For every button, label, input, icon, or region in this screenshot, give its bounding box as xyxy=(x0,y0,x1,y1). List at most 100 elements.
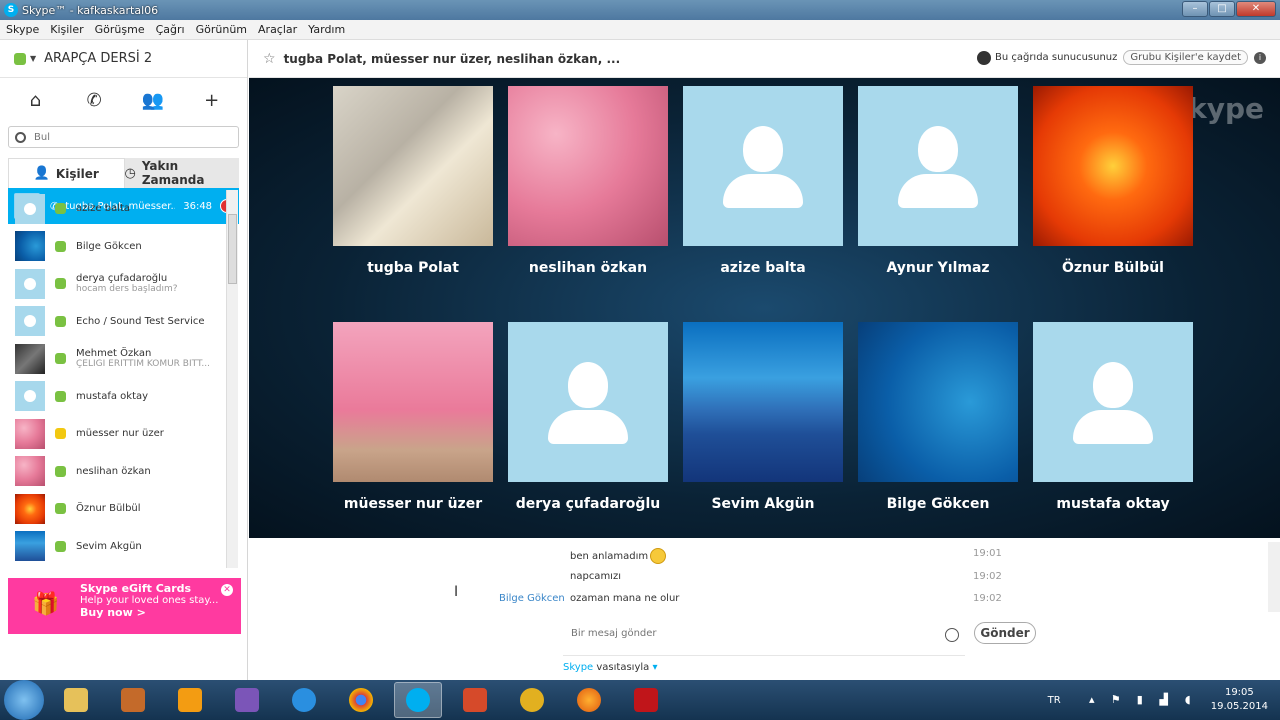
flag-icon[interactable]: ⚑ xyxy=(1109,693,1123,707)
participant-tile[interactable]: Aynur Yılmaz xyxy=(858,86,1018,276)
scrollbar-thumb[interactable] xyxy=(228,214,237,284)
contact-item[interactable]: neslihan özkan xyxy=(8,453,240,491)
taskbar-acrobat[interactable] xyxy=(622,682,670,718)
message-compose[interactable] xyxy=(563,622,965,656)
default-avatar-icon xyxy=(508,322,668,482)
status-icon xyxy=(55,540,66,552)
profile-name[interactable]: ARAPÇA DERSİ 2 xyxy=(44,51,152,66)
avatar xyxy=(15,493,45,524)
participant-tile[interactable]: Sevim Akgün xyxy=(683,322,843,512)
participant-tile[interactable]: müesser nur üzer xyxy=(333,322,493,512)
participant-name: azize balta xyxy=(720,260,806,276)
contact-list-scrollbar[interactable] xyxy=(226,190,238,568)
contact-item[interactable]: derya çufadaroğlu hocam ders başladım? xyxy=(8,265,240,303)
phone-icon[interactable]: ✆ xyxy=(79,90,109,111)
default-avatar-icon xyxy=(683,86,843,246)
power-icon[interactable]: ▮ xyxy=(1133,693,1147,707)
group-icon[interactable]: 👥 xyxy=(138,90,168,111)
contact-name: derya çufadaroğlu xyxy=(76,273,168,285)
participant-tile[interactable]: derya çufadaroğlu xyxy=(508,322,668,512)
add-contact-icon[interactable]: + xyxy=(197,90,227,111)
close-icon[interactable]: ✕ xyxy=(221,584,233,596)
default-avatar-icon xyxy=(1033,322,1193,482)
participant-tile[interactable]: azize balta xyxy=(683,86,843,276)
tab-contacts[interactable]: 👤 Kişiler xyxy=(8,158,125,188)
menu-tools[interactable]: Araçlar xyxy=(258,23,297,36)
taskbar-vs[interactable] xyxy=(223,682,271,718)
chevron-up-icon[interactable]: ▴ xyxy=(1085,693,1099,707)
star-icon[interactable]: ☆ xyxy=(263,51,276,67)
menu-conversation[interactable]: Görüşme xyxy=(95,23,145,36)
message-input[interactable] xyxy=(571,628,941,639)
participant-photo xyxy=(333,322,493,482)
menu-call[interactable]: Çağrı xyxy=(156,23,185,36)
save-group-button[interactable]: Grubu Kişiler'e kaydet xyxy=(1123,50,1248,65)
participant-name: Bilge Gökcen xyxy=(886,496,990,512)
profile-bar[interactable]: ▼ ARAPÇA DERSİ 2 xyxy=(0,40,247,78)
search-box[interactable] xyxy=(8,126,239,148)
participant-photo xyxy=(683,322,843,482)
language-indicator[interactable]: TR xyxy=(1048,695,1061,706)
network-icon[interactable]: ▟ xyxy=(1157,693,1171,707)
taskbar-ie[interactable] xyxy=(280,682,328,718)
info-icon[interactable]: i xyxy=(1254,51,1266,64)
contact-item[interactable]: müesser nur üzer xyxy=(8,415,240,453)
menu-skype[interactable]: Skype xyxy=(6,23,39,36)
gift-line: Help your loved ones stay... xyxy=(80,595,219,606)
participant-tile[interactable]: neslihan özkan xyxy=(508,86,668,276)
person-silhouette-icon xyxy=(24,202,36,215)
participant-tile[interactable]: Bilge Gökcen xyxy=(858,322,1018,512)
menu-help[interactable]: Yardım xyxy=(308,23,345,36)
taskbar-app2[interactable] xyxy=(109,682,157,718)
taskbar-firefox[interactable] xyxy=(565,682,613,718)
via-selector[interactable]: Skype vasıtasıyla ▾ xyxy=(563,662,658,673)
contact-item[interactable]: Bilge Gökcen xyxy=(8,228,240,266)
contact-item[interactable]: azize balta xyxy=(8,190,240,228)
participant-tile[interactable]: Öznur Bülbül xyxy=(1033,86,1193,276)
gift-cta[interactable]: Buy now > xyxy=(80,606,241,619)
participant-name: mustafa oktay xyxy=(1056,496,1170,512)
clock[interactable]: 19:05 19.05.2014 xyxy=(1211,686,1268,714)
send-button[interactable]: Gönder xyxy=(974,622,1036,644)
contact-item[interactable]: mustafa oktay xyxy=(8,378,240,416)
contact-item[interactable]: Öznur Bülbül xyxy=(8,490,240,528)
status-icon xyxy=(55,278,66,290)
media-player-icon xyxy=(178,688,202,712)
tab-recent[interactable]: ◷ Yakın Zamanda xyxy=(125,158,240,188)
taskbar-app9[interactable] xyxy=(508,682,556,718)
participant-name: neslihan özkan xyxy=(528,260,648,276)
contact-item[interactable]: Sevim Akgün xyxy=(8,528,240,566)
chevron-down-icon: ▾ xyxy=(652,662,658,673)
search-input[interactable] xyxy=(34,131,234,143)
taskbar-skype[interactable] xyxy=(394,682,442,718)
maximize-button[interactable]: □ xyxy=(1209,1,1235,17)
contact-item[interactable]: Echo / Sound Test Service xyxy=(8,303,240,341)
participant-tile[interactable]: tugba Polat xyxy=(333,86,493,276)
taskbar-app8[interactable] xyxy=(451,682,499,718)
minimize-button[interactable]: – xyxy=(1182,1,1208,17)
egift-banner[interactable]: 🎁 Skype eGift Cards Help your loved ones… xyxy=(8,578,241,634)
home-icon[interactable]: ⌂ xyxy=(20,90,50,111)
app-icon xyxy=(520,688,544,712)
avatar xyxy=(15,418,45,449)
participant-tile[interactable]: mustafa oktay xyxy=(1033,322,1193,512)
windows-start-icon[interactable] xyxy=(4,680,44,720)
menu-contacts[interactable]: Kişiler xyxy=(50,23,83,36)
chevron-down-icon[interactable]: ▼ xyxy=(30,54,36,63)
taskbar-media[interactable] xyxy=(166,682,214,718)
message-sender[interactable]: Bilge Gökcen xyxy=(499,593,565,604)
chat-scrollbar[interactable] xyxy=(1268,542,1280,612)
menu-view[interactable]: Görünüm xyxy=(196,23,247,36)
emoticon-icon[interactable] xyxy=(945,628,959,642)
volume-icon[interactable]: ◖ xyxy=(1181,693,1195,707)
taskbar-explorer[interactable] xyxy=(52,682,100,718)
avatar xyxy=(15,343,45,374)
close-button[interactable]: ✕ xyxy=(1236,1,1276,17)
chat-message: ozaman mana ne olur xyxy=(570,593,680,604)
taskbar-chrome[interactable] xyxy=(337,682,385,718)
internet-explorer-icon xyxy=(292,688,316,712)
host-text: Bu çağrıda sunucusunuz xyxy=(994,52,1118,63)
text-cursor-icon: I xyxy=(454,584,459,600)
contact-item[interactable]: Mehmet Özkan ÇELİĞİ ERİTTİM KÖMÜR BİTT... xyxy=(8,340,240,378)
online-status-icon[interactable] xyxy=(14,52,26,65)
